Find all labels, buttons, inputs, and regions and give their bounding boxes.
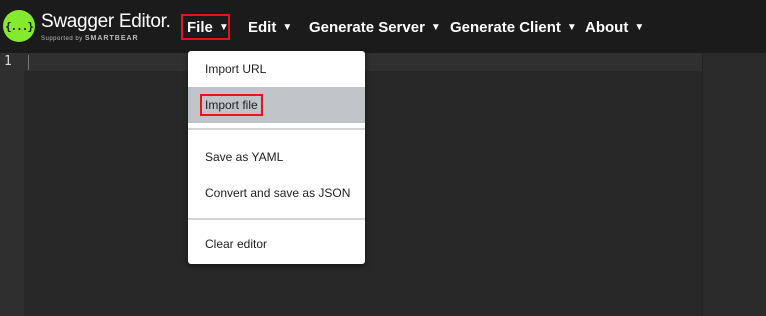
caret-down-icon: ▼: [282, 21, 293, 33]
menu-item-import-file-label: Import file: [200, 94, 263, 116]
menu-file-label: File: [187, 18, 213, 36]
text-cursor: [28, 55, 29, 70]
top-bar: {...} Swagger Editor. Supported by SMART…: [0, 0, 766, 53]
menu-item-import-url[interactable]: Import URL: [188, 51, 365, 87]
menu-generate-client-label: Generate Client: [450, 18, 561, 36]
menu-item-clear-editor-label: Clear editor: [205, 237, 268, 251]
editor-gutter: [0, 53, 24, 316]
menu-item-save-yaml-label: Save as YAML: [205, 150, 284, 164]
menu-item-convert-json[interactable]: Convert and save as JSON: [188, 175, 365, 211]
menu-item-import-url-label: Import URL: [205, 62, 267, 76]
menu-generate-server-label: Generate Server: [309, 18, 425, 36]
menu-file[interactable]: File ▼: [181, 14, 230, 40]
menu-generate-server[interactable]: Generate Server ▼: [309, 14, 441, 40]
logo-subtitle-prefix: Supported by: [41, 36, 83, 42]
swagger-logo-icon: {...}: [3, 10, 35, 42]
caret-down-icon: ▼: [218, 21, 229, 33]
caret-down-icon: ▼: [430, 21, 441, 33]
menu-divider: [188, 128, 365, 130]
file-dropdown-menu: Import URL Import file Save as YAML Conv…: [188, 51, 365, 264]
swagger-logo[interactable]: {...} Swagger Editor. Supported by SMART…: [3, 8, 171, 46]
caret-down-icon: ▼: [566, 21, 577, 33]
menu-about-label: About: [585, 18, 629, 36]
menu-edit[interactable]: Edit ▼: [248, 14, 292, 40]
caret-down-icon: ▼: [634, 21, 645, 33]
menu-edit-label: Edit: [248, 18, 277, 36]
menu-generate-client[interactable]: Generate Client ▼: [450, 14, 577, 40]
menu-about[interactable]: About ▼: [585, 14, 644, 40]
preview-panel: [702, 53, 766, 316]
line-number: 1: [4, 54, 12, 69]
menu-item-convert-json-label: Convert and save as JSON: [205, 186, 351, 200]
menu-item-save-yaml[interactable]: Save as YAML: [188, 139, 365, 175]
menu-item-clear-editor[interactable]: Clear editor: [188, 226, 365, 262]
logo-subtitle: Supported by SMARTBEAR: [41, 35, 139, 42]
menu-item-import-file[interactable]: Import file: [188, 87, 365, 123]
logo-subtitle-brand: SMARTBEAR: [84, 35, 139, 42]
menu-divider: [188, 218, 365, 220]
logo-title: Swagger Editor.: [41, 11, 171, 32]
